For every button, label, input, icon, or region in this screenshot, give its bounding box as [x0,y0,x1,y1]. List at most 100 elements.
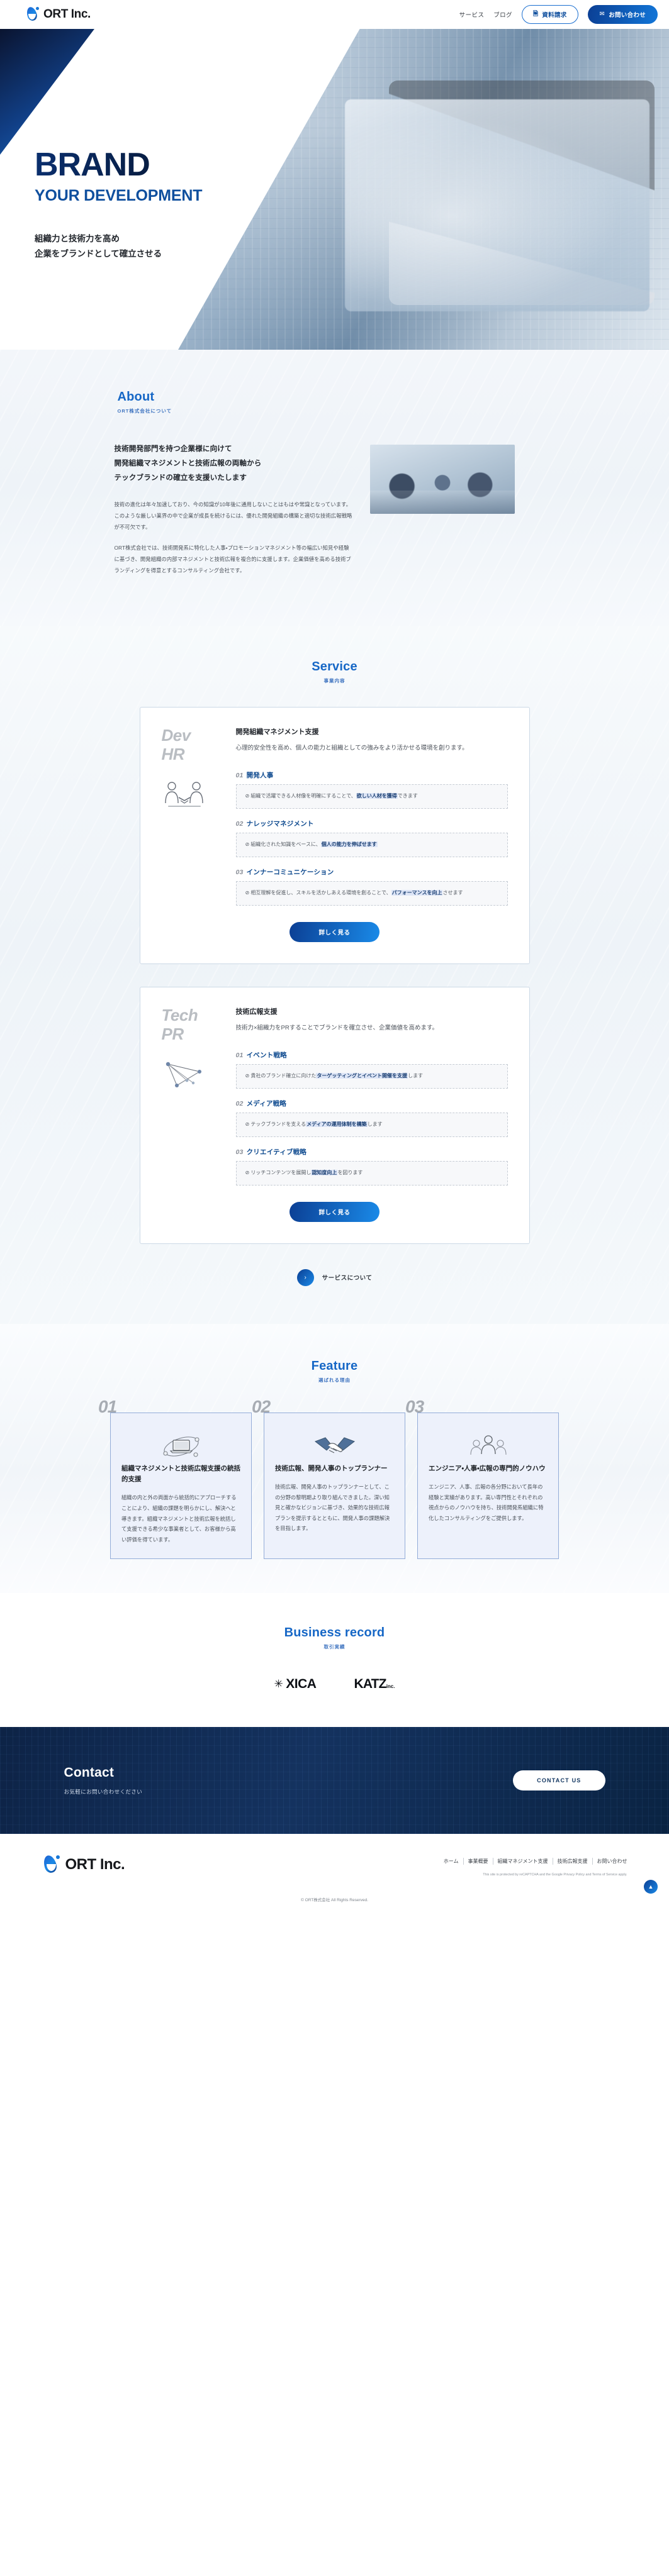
feature-card-body: エンジニア、人事、広報の各分野において長年の経験と実績があります。高い専門性とそ… [429,1484,544,1521]
about-headline-3: テックブランドの確立を支援いたします [114,474,247,482]
client-logo-xica-name: XICA [286,1677,317,1692]
footer-nav-home[interactable]: ホーム [439,1858,464,1865]
business-record-section: Business record 取引実績 ✳ XICA KATZinc. [0,1593,669,1728]
arrow-up-icon[interactable]: ▲ [644,1879,658,1894]
about-headline-2: 開発組織マネジメントと技術広報の両軸から [114,460,262,467]
handshake-icon [275,1430,394,1463]
service-item-number: 03 [235,869,244,877]
client-logo-katz-suffix: inc. [386,1684,395,1690]
service-heading-en: Service [312,659,357,674]
record-heading-jp: 取引実績 [323,1644,346,1650]
service-item-number: 01 [235,772,244,780]
service-card-tech-pr: Tech PR 技術広報支援 技術力×組織力をPRすることでブランドを確立させ、… [139,986,530,1244]
service-more-link[interactable]: › サービスについて [0,1269,669,1286]
service-item-box: ⊘ 組織で活躍できる人材像を明確にすることで、欲しい人材を獲得できます [235,784,508,809]
service-card-dev-hr: Dev HR 開発組織マネジメント支援 心理的安全性を高め、個人の能力と組織とし… [139,706,530,964]
service-card-title: 開発組織マネジメント支援 [235,728,319,736]
contact-button[interactable]: ✉ お問い合わせ [587,5,658,24]
hero-title: BRAND [35,148,669,181]
footer-copyright: © ORT株式会社 All Rights Reserved. [301,1897,368,1902]
contact-heading: Contact [64,1765,115,1780]
footer-nav-org-management[interactable]: 組織マネジメント支援 [493,1858,553,1865]
feature-card-title: 技術広報、開発人事のトップランナー [275,1464,388,1472]
service-item-text-highlight: ターゲッティングとイベント開催を支援 [316,1073,408,1079]
mail-icon: ✉ [599,11,605,18]
document-request-label: 資料請求 [542,12,567,19]
page-root: ORT Inc. サービス ブログ 🗎 資料請求 ✉ お問い合わせ BRAND … [0,0,669,1911]
service-item-name: インナーコミュニケーション [246,869,334,877]
service-item-text-post: します [367,1121,383,1128]
header-nav: サービス ブログ 🗎 資料請求 ✉ お問い合わせ [459,5,658,24]
client-logo-katz: KATZinc. [354,1677,395,1692]
hero-lead-line1: 組織力と技術力を高め [35,234,120,243]
service-card-desc: 心理的安全性を高め、個人の能力と組織としての強みをより活かせる環境を創ります。 [235,744,468,752]
service-section: Service 事業内容 Dev HR 開発組織マネジメント支援 心理的安全性を… [0,625,669,1324]
service-more-label: サービスについて [322,1275,373,1282]
client-logo-katz-name: KATZ [354,1677,386,1692]
footer-recaptcha-note: This site is protected by reCAPTCHA and … [483,1873,627,1877]
service-item-text-post: を図ります [337,1169,363,1175]
nav-link-blog[interactable]: ブログ [493,10,512,19]
hero-subtitle: YOUR DEVELOPMENT [35,187,203,204]
service-item-number: 02 [235,820,244,828]
service-item: 02 ナレッジマネジメント ⊘ 組織化された知識をベースに、個人の能力を伸ばせます [235,819,508,858]
service-item-name: クリエイティブ戦略 [246,1148,307,1156]
service-item-text-highlight: 個人の能力を伸ばせます [320,841,378,848]
hero-section: BRAND YOUR DEVELOPMENT 組織力と技術力を高め 企業をブラン… [0,29,669,350]
service-badge-line1: Tech [161,1005,198,1024]
feature-card-number: 01 [98,1396,117,1416]
about-heading-en: About [117,390,155,404]
footer-brand-name: ORT Inc. [65,1856,125,1874]
service-badge-line2: HR [161,744,185,763]
network-nodes-icon [162,1058,207,1094]
service-item-text-pre: ⊘ テックブランドを支える [245,1121,306,1128]
about-photo [369,445,515,514]
footer-nav-contact[interactable]: お問い合わせ [593,1858,627,1865]
footer-brand-logo[interactable]: ORT Inc. [42,1854,125,1875]
feature-card-title: 組織マネジメントと技術広報支援の統括的支援 [121,1464,240,1484]
service-item-text-pre: ⊘ リッチコンテンツを展開し [245,1169,312,1175]
service-item-box: ⊘ 相互理解を促進し、スキルを活かしあえる環境を創ることで、パフォーマンスを向上… [235,881,508,906]
service-item-box: ⊘ 貴社のブランド確立に向けたターゲッティングとイベント開催を支援します [235,1064,508,1089]
service-item-box: ⊘ リッチコンテンツを展開し認知度向上を図ります [235,1160,508,1185]
service-item-text-highlight: 認知度向上 [311,1169,338,1175]
service-item-text-post: できます [397,793,418,799]
contact-subtext: お気軽にお問い合わせください [64,1789,143,1796]
service-item-text-pre: ⊘ 組織化された知識をベースに、 [245,841,321,848]
service-badge-line1: Dev [161,725,191,745]
service-item: 01 開発人事 ⊘ 組織で活躍できる人材像を明確にすることで、欲しい人材を獲得でき… [235,770,508,809]
service-card-desc: 技術力×組織力をPRすることでブランドを確立させ、企業価値を高めます。 [235,1024,439,1031]
service-item: 02 メディア戦略 ⊘ テックブランドを支えるメディアの運用体制を構築します [235,1099,508,1137]
contact-button-label: お問い合わせ [609,12,646,19]
document-request-button[interactable]: 🗎 資料請求 [521,5,578,24]
service-item-name: メディア戦略 [246,1100,287,1108]
feature-card: 01 組織マネジメントと技術広報支援の統括的支援 組織の内と外の両面から統括的に… [98,1397,252,1560]
chevron-right-icon: › [296,1269,314,1286]
hero-lead-line2: 企業をブランドとして確立させる [35,248,162,258]
about-heading-jp: ORT株式会社について [117,408,172,414]
site-footer: ORT Inc. ホーム 事業概要 組織マネジメント支援 技術広報支援 お問い合… [0,1834,669,1911]
feature-card: 03 エンジニア・人事・広報の専門的ノウハウ エンジニア、人事、広報の各分野にお… [405,1397,559,1560]
footer-nav: ホーム 事業概要 組織マネジメント支援 技術広報支援 お問い合わせ [439,1858,627,1865]
about-section: About ORT株式会社について 技術開発部門を持つ企業様に向けて 開発組織マ… [0,350,669,626]
service-item-text-pre: ⊘ 相互理解を促進し、スキルを活かしあえる環境を創ることで、 [245,890,391,896]
service-item-name: イベント戦略 [246,1052,287,1060]
service-card-title: 技術広報支援 [235,1008,278,1016]
service-item-text-pre: ⊘ 貴社のブランド確立に向けた [245,1073,317,1079]
nav-link-service[interactable]: サービス [459,10,485,19]
about-headline-1: 技術開発部門を持つ企業様に向けて [114,445,232,453]
service-card-badge: Dev HR [162,726,222,906]
footer-nav-overview[interactable]: 事業概要 [464,1858,493,1865]
contact-us-button[interactable]: CONTACT US [513,1770,605,1791]
service-detail-button[interactable]: 詳しく見る [290,921,379,942]
footer-nav-tech-pr[interactable]: 技術広報支援 [553,1858,593,1865]
service-item-text-highlight: パフォーマンスを向上 [391,890,443,896]
service-card-badge: Tech PR [162,1006,222,1185]
service-detail-button[interactable]: 詳しく見る [290,1201,379,1222]
people-gear-icon [429,1430,548,1463]
brand-logo[interactable]: ORT Inc. [25,6,91,22]
service-item: 03 インナーコミュニケーション ⊘ 相互理解を促進し、スキルを活かしあえる環境を… [235,867,508,906]
service-item-text-post: させます [442,890,463,896]
document-icon: 🗎 [532,11,539,18]
service-item-text-post: します [407,1073,423,1079]
